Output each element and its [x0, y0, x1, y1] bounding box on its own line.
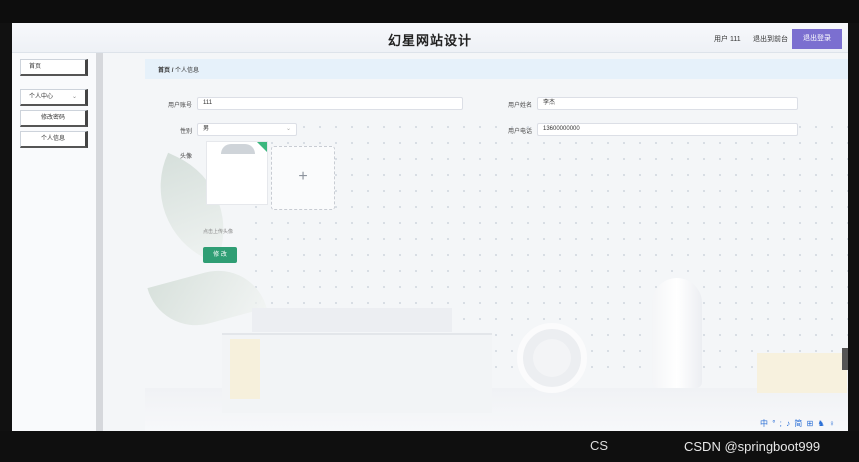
gender-label: 性别	[179, 129, 192, 135]
background-shelf	[252, 308, 452, 332]
back-to-frontend-link[interactable]: 退出到前台	[753, 34, 788, 44]
plus-icon: +	[298, 168, 308, 185]
chevron-down-icon: ⌄	[71, 94, 77, 100]
background-block	[230, 339, 260, 399]
logout-button[interactable]: 退出登录	[792, 29, 842, 49]
account-label: 用户账号	[167, 103, 192, 109]
sidebar: 首页 个人中心 ⌄ 修改密码 个人信息	[12, 53, 102, 431]
gender-select[interactable]: 男 ⌄	[197, 123, 297, 136]
app-window: 幻星网站设计 用户 111 退出到前台 退出登录 首页 个人中心 ⌄ 修改密码 个…	[12, 23, 848, 431]
sidebar-item-label: 首页	[29, 64, 42, 70]
breadcrumb-separator: /	[171, 68, 174, 74]
avatar-preview	[206, 141, 268, 205]
phone-label: 用户电话	[507, 129, 532, 135]
breadcrumb: 首页 / 个人信息	[145, 59, 848, 79]
sidebar-item-label: 个人中心	[29, 94, 54, 100]
account-field[interactable]: 111	[197, 97, 463, 110]
upload-hint: 点击上传头像	[203, 229, 234, 235]
background-shelf	[222, 333, 492, 413]
current-user: 用户 111	[714, 36, 741, 43]
top-black-bar	[0, 0, 859, 23]
breadcrumb-current: 个人信息	[175, 68, 200, 74]
sidebar-item-profile[interactable]: 个人信息	[20, 131, 88, 148]
sidebar-item-change-password[interactable]: 修改密码	[20, 110, 88, 127]
gender-value: 男	[203, 126, 210, 132]
background-roll	[517, 323, 587, 393]
sidebar-item-home[interactable]: 首页	[20, 59, 88, 76]
watermark-right: CSDN @springboot999	[684, 439, 821, 454]
sidebar-item-label: 修改密码	[40, 115, 65, 121]
name-field[interactable]: 李杰	[537, 97, 798, 110]
background-block	[757, 353, 847, 393]
submit-button[interactable]: 修 改	[203, 247, 237, 263]
background-cylinder	[652, 278, 702, 388]
avatar-label: 头像	[179, 154, 192, 160]
sidebar-item-personal-center[interactable]: 个人中心 ⌄	[20, 89, 88, 106]
header: 幻星网站设计 用户 111 退出到前台 退出登录	[12, 23, 848, 53]
ime-tray-icons[interactable]: 中 ° ; ♪ 简 ⊞ ♞ ♀	[760, 418, 836, 429]
name-label: 用户姓名	[507, 103, 532, 109]
avatar-image	[221, 144, 255, 154]
corner-badge	[257, 142, 267, 152]
chevron-down-icon: ⌄	[285, 126, 291, 132]
phone-field[interactable]: 13600000000	[537, 123, 798, 136]
sidebar-item-label: 个人信息	[40, 136, 65, 142]
side-handle[interactable]	[842, 348, 848, 370]
sidebar-scrollbar[interactable]	[96, 53, 103, 431]
breadcrumb-home[interactable]: 首页	[158, 68, 170, 74]
avatar-upload-button[interactable]: +	[271, 146, 335, 210]
watermark-left: CS	[590, 438, 609, 453]
